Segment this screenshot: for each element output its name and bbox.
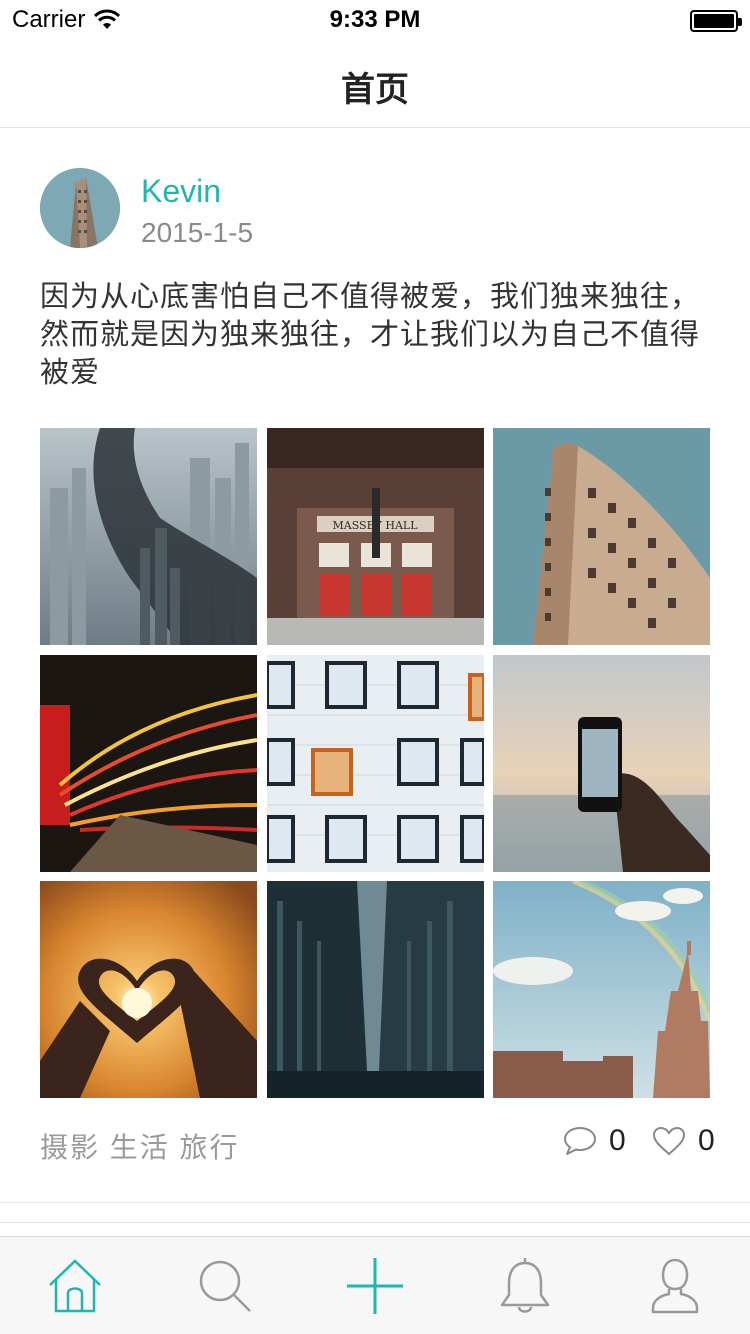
city-silhouette-photo (40, 428, 257, 645)
like-count: 0 (698, 1124, 715, 1157)
username[interactable]: Kevin (141, 173, 221, 210)
battery-icon (690, 10, 742, 32)
plus-icon (347, 1258, 403, 1314)
tab-bar (0, 1236, 750, 1334)
heart-icon (652, 1126, 686, 1156)
phone-beach-photo (493, 655, 710, 872)
profile-icon (651, 1258, 699, 1314)
status-bar: Carrier 9:33 PM (0, 0, 750, 40)
divider (0, 1202, 750, 1203)
photo-5[interactable] (267, 655, 484, 872)
photo-7[interactable] (40, 881, 257, 1098)
post-content: 因为从心底害怕自己不值得被爱，我们独来独往，然而就是因为独来独往，才让我们以为自… (40, 281, 701, 389)
bell-icon (500, 1258, 550, 1313)
navigation-bar: 首页 (0, 40, 750, 128)
flatiron-building-photo (493, 428, 710, 645)
comment-count: 0 (609, 1124, 626, 1157)
status-time: 9:33 PM (329, 6, 421, 33)
home-icon (49, 1259, 101, 1313)
divider (0, 1222, 750, 1223)
photo-grid: MASSEY HALL (40, 428, 710, 1098)
photo-8[interactable] (267, 881, 484, 1098)
photo-1[interactable] (40, 428, 257, 645)
photo-2[interactable]: MASSEY HALL (267, 428, 484, 645)
comment-button[interactable]: 0 (563, 1124, 626, 1158)
rainbow-skyline-photo (493, 881, 710, 1098)
tab-notifications[interactable] (490, 1251, 560, 1321)
post-card[interactable]: Kevin 2015-1-5 因为从心底害怕自己不值得被爱，我们独来独往，然而就… (0, 128, 750, 1202)
photo-6[interactable] (493, 655, 710, 872)
tab-home[interactable] (40, 1251, 110, 1321)
photo-4[interactable] (40, 655, 257, 872)
photo-9[interactable] (493, 881, 710, 1098)
light-trails-photo (40, 655, 257, 872)
comment-icon (564, 1127, 596, 1155)
city-street-skyscrapers-photo (267, 881, 484, 1098)
avatar[interactable] (40, 168, 120, 248)
photo-3[interactable] (493, 428, 710, 645)
search-icon (199, 1260, 251, 1312)
massey-hall-photo: MASSEY HALL (267, 428, 484, 645)
like-button[interactable]: 0 (652, 1124, 715, 1158)
post-tags[interactable]: 摄影 生活 旅行 (40, 1126, 240, 1166)
tab-add[interactable] (340, 1251, 410, 1321)
tab-search[interactable] (190, 1251, 260, 1321)
page-title: 首页 (341, 71, 409, 109)
building-windows-photo (267, 655, 484, 872)
tab-profile[interactable] (640, 1251, 710, 1321)
heart-hands-sunset-photo (40, 881, 257, 1098)
post-date: 2015-1-5 (141, 217, 254, 248)
